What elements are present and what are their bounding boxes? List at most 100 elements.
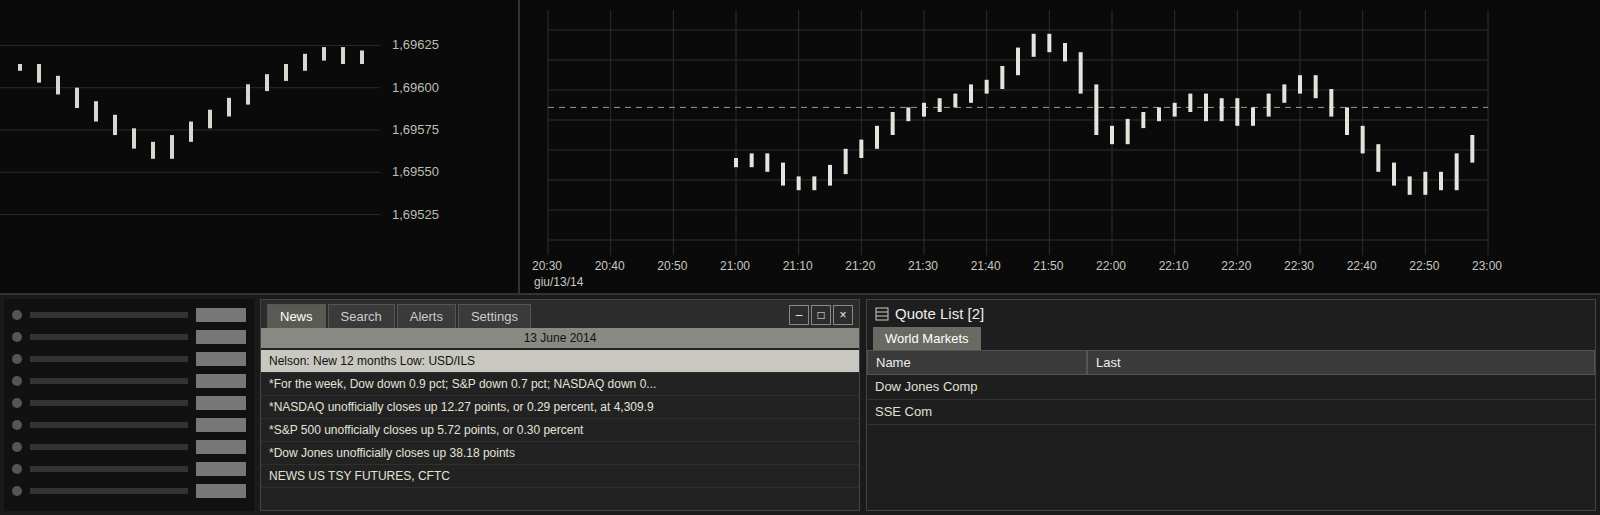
news-tab[interactable]: Settings bbox=[458, 304, 531, 328]
candle bbox=[1157, 107, 1161, 121]
row-name bbox=[30, 334, 188, 340]
quote-list: Quote List [2]World MarketsNameLastDow J… bbox=[866, 299, 1596, 511]
candle bbox=[132, 128, 136, 148]
candle bbox=[1470, 135, 1474, 163]
candle bbox=[1455, 153, 1459, 190]
x-tick: 21:30 bbox=[908, 259, 938, 273]
candle bbox=[1173, 103, 1177, 117]
candle bbox=[1032, 34, 1036, 57]
y-tick: 1,69600 bbox=[392, 80, 439, 95]
x-tick: 22:00 bbox=[1096, 259, 1126, 273]
y-tick: 1,69525 bbox=[392, 207, 439, 222]
candle bbox=[1329, 89, 1333, 117]
row-value bbox=[196, 308, 246, 322]
news-tab[interactable]: News bbox=[267, 304, 326, 328]
x-tick: 22:40 bbox=[1347, 259, 1377, 273]
x-tick: 21:40 bbox=[971, 259, 1001, 273]
list-icon bbox=[875, 307, 889, 321]
row-icon bbox=[12, 420, 22, 430]
watchlist-row[interactable] bbox=[12, 461, 246, 477]
candle bbox=[750, 153, 754, 167]
candle bbox=[246, 84, 250, 104]
candle bbox=[1361, 126, 1365, 154]
candle bbox=[875, 126, 879, 149]
candle bbox=[37, 64, 41, 83]
candle bbox=[969, 84, 973, 102]
candle bbox=[94, 101, 98, 121]
news-row[interactable]: *NASDAQ unofficially closes up 12.27 poi… bbox=[261, 396, 859, 419]
trading-screen: 1,696251,696001,695751,695501,6952520:30… bbox=[0, 0, 1600, 515]
y-tick: 1,69575 bbox=[392, 122, 439, 137]
mini-chart: 1,696251,696001,695751,695501,69525 bbox=[0, 0, 520, 293]
candle bbox=[953, 94, 957, 108]
row-name bbox=[30, 312, 188, 318]
candle bbox=[922, 103, 926, 117]
candle bbox=[812, 176, 816, 190]
row-value bbox=[196, 352, 246, 366]
x-tick: 20:50 bbox=[657, 259, 687, 273]
watchlist-row[interactable] bbox=[12, 395, 246, 411]
news-window: NewsSearchAlertsSettings–□×13 June 2014N… bbox=[260, 299, 860, 511]
candle bbox=[985, 80, 989, 94]
news-row[interactable]: *Dow Jones unofficially closes up 38.18 … bbox=[261, 442, 859, 465]
quote-list-title: Quote List [2] bbox=[867, 300, 1595, 327]
candle bbox=[1235, 98, 1239, 126]
y-tick: 1,69550 bbox=[392, 164, 439, 179]
candle bbox=[189, 122, 193, 142]
row-value bbox=[196, 374, 246, 388]
x-tick: 21:50 bbox=[1033, 259, 1063, 273]
window-control[interactable]: – bbox=[789, 305, 809, 325]
candle bbox=[1047, 34, 1051, 52]
quote-last bbox=[1087, 400, 1595, 425]
window-control[interactable]: × bbox=[833, 305, 853, 325]
quote-tab[interactable]: World Markets bbox=[873, 327, 981, 350]
quote-name[interactable]: SSE Com bbox=[867, 400, 1087, 425]
row-name bbox=[30, 400, 188, 406]
row-icon bbox=[12, 376, 22, 386]
news-row[interactable]: *S&P 500 unofficially closes up 5.72 poi… bbox=[261, 419, 859, 442]
news-tab[interactable]: Alerts bbox=[397, 304, 456, 328]
candle bbox=[938, 98, 942, 112]
watchlist-row[interactable] bbox=[12, 351, 246, 367]
news-row[interactable]: Nelson: New 12 months Low: USD/ILS bbox=[261, 350, 859, 373]
x-tick: 21:20 bbox=[845, 259, 875, 273]
candle bbox=[208, 110, 212, 129]
candle bbox=[227, 98, 231, 117]
x-tick: 22:50 bbox=[1409, 259, 1439, 273]
watchlist-row[interactable] bbox=[12, 483, 246, 499]
candle bbox=[781, 163, 785, 186]
candle bbox=[891, 112, 895, 135]
column-header[interactable]: Name bbox=[867, 350, 1087, 375]
candle bbox=[170, 135, 174, 159]
candle bbox=[341, 47, 345, 64]
watchlist-row[interactable] bbox=[12, 373, 246, 389]
candle bbox=[284, 64, 288, 81]
quote-name[interactable]: Dow Jones Comp bbox=[867, 375, 1087, 400]
candle bbox=[844, 149, 848, 174]
watchlist-row[interactable] bbox=[12, 439, 246, 455]
news-tab[interactable]: Search bbox=[328, 304, 395, 328]
candle bbox=[1141, 112, 1145, 128]
candle bbox=[1220, 98, 1224, 121]
window-control[interactable]: □ bbox=[811, 305, 831, 325]
candle bbox=[113, 115, 117, 135]
candle bbox=[322, 47, 326, 61]
column-header[interactable]: Last bbox=[1087, 350, 1595, 375]
news-row[interactable]: *For the week, Dow down 0.9 pct; S&P dow… bbox=[261, 373, 859, 396]
x-tick: 20:40 bbox=[595, 259, 625, 273]
watchlist-row[interactable] bbox=[12, 307, 246, 323]
watchlist-row[interactable] bbox=[12, 417, 246, 433]
row-value bbox=[196, 440, 246, 454]
candle bbox=[1267, 94, 1271, 117]
row-name bbox=[30, 356, 188, 362]
candle bbox=[1392, 163, 1396, 186]
candle bbox=[1063, 43, 1067, 61]
row-value bbox=[196, 462, 246, 476]
price-chart: 20:3020:4020:5021:0021:1021:2021:3021:40… bbox=[520, 0, 1600, 293]
watchlist-row[interactable] bbox=[12, 329, 246, 345]
row-icon bbox=[12, 354, 22, 364]
candle bbox=[56, 76, 60, 95]
candle bbox=[151, 142, 155, 159]
row-icon bbox=[12, 398, 22, 408]
news-row[interactable]: NEWS US TSY FUTURES, CFTC bbox=[261, 465, 859, 488]
